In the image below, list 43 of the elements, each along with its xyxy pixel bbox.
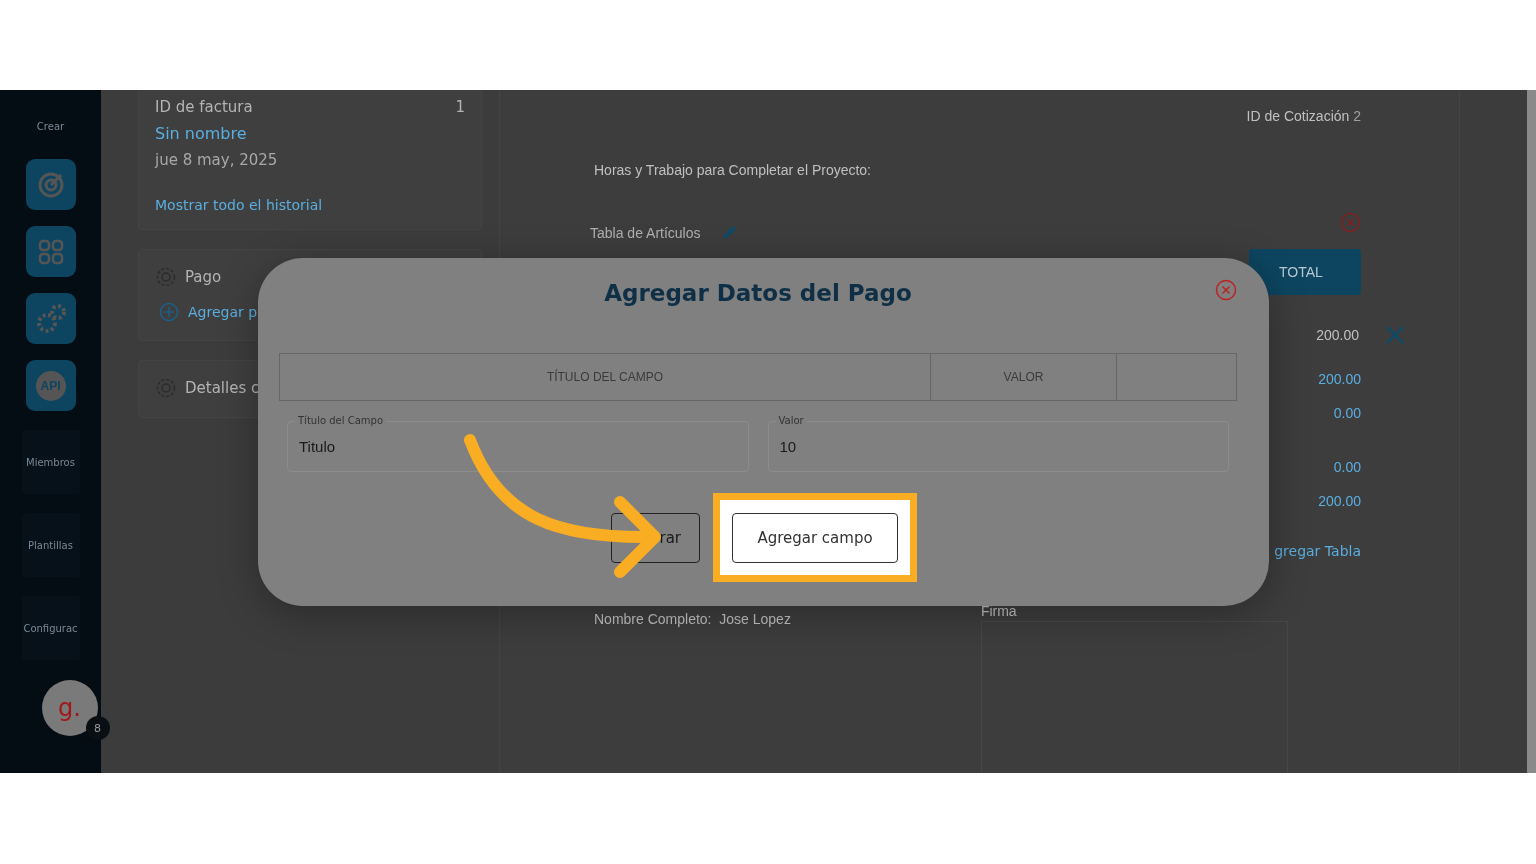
invoice-id-value: 1: [455, 98, 465, 116]
api-icon: API: [35, 370, 66, 401]
invoice-id-label: ID de factura: [155, 98, 253, 116]
summary-value: 200.00: [1318, 371, 1361, 387]
section-title[interactable]: Pago: [185, 268, 222, 286]
pencil-icon[interactable]: [720, 225, 737, 241]
table-header: TOTAL: [1249, 249, 1361, 295]
nav-item[interactable]: Plantillas: [21, 513, 80, 577]
summary-value: 0.00: [1333, 459, 1361, 475]
table-label: Tabla de Artículos: [590, 225, 701, 241]
table-cell: 200.00: [1316, 327, 1359, 343]
target-icon: [36, 170, 65, 199]
close-icon[interactable]: [1385, 325, 1405, 345]
full-name: Nombre Completo: Jose Lopez: [594, 611, 791, 629]
summary-value: 0.00: [1333, 405, 1361, 421]
add-table-link[interactable]: gregar Tabla: [1274, 543, 1361, 559]
delete-icon[interactable]: [1340, 212, 1361, 233]
quote-id: ID de Cotización 2: [1246, 108, 1361, 124]
grid-button[interactable]: [25, 226, 76, 277]
add-icon: [159, 302, 179, 322]
invoice-date: jue 8 may, 2025: [155, 151, 279, 169]
grid-icon: [37, 238, 64, 265]
summary-value: 200.00: [1318, 493, 1361, 509]
nav-item[interactable]: Miembros: [21, 430, 80, 494]
column-header: TÍTULO DEL CAMPO: [280, 354, 931, 400]
close-button[interactable]: rar: [611, 512, 700, 563]
field-label: Título del Campo: [295, 414, 386, 428]
signature-label: Firma: [980, 603, 1018, 619]
scrollbar[interactable]: [1527, 90, 1536, 773]
notification-badge: 8: [85, 716, 110, 740]
settings-button[interactable]: [25, 293, 76, 344]
add-field-button[interactable]: Agregar campo: [732, 513, 898, 563]
create-label: Crear: [36, 121, 65, 132]
history-link[interactable]: Mostrar todo el historial: [155, 197, 465, 213]
section-title[interactable]: Detalles c: [185, 379, 260, 397]
add-link[interactable]: Agregar p: [188, 304, 258, 320]
close-icon[interactable]: [1215, 279, 1237, 301]
nav-item[interactable]: Configurac: [21, 596, 80, 660]
dialog-title: Agregar Datos del Pago: [604, 280, 912, 306]
column-header: VALOR: [931, 354, 1117, 400]
target-button[interactable]: [25, 159, 76, 210]
document-heading: Horas y Trabajo para Completar el Proyecto:: [594, 162, 872, 178]
invoice-name[interactable]: Sin nombre: [155, 124, 465, 143]
